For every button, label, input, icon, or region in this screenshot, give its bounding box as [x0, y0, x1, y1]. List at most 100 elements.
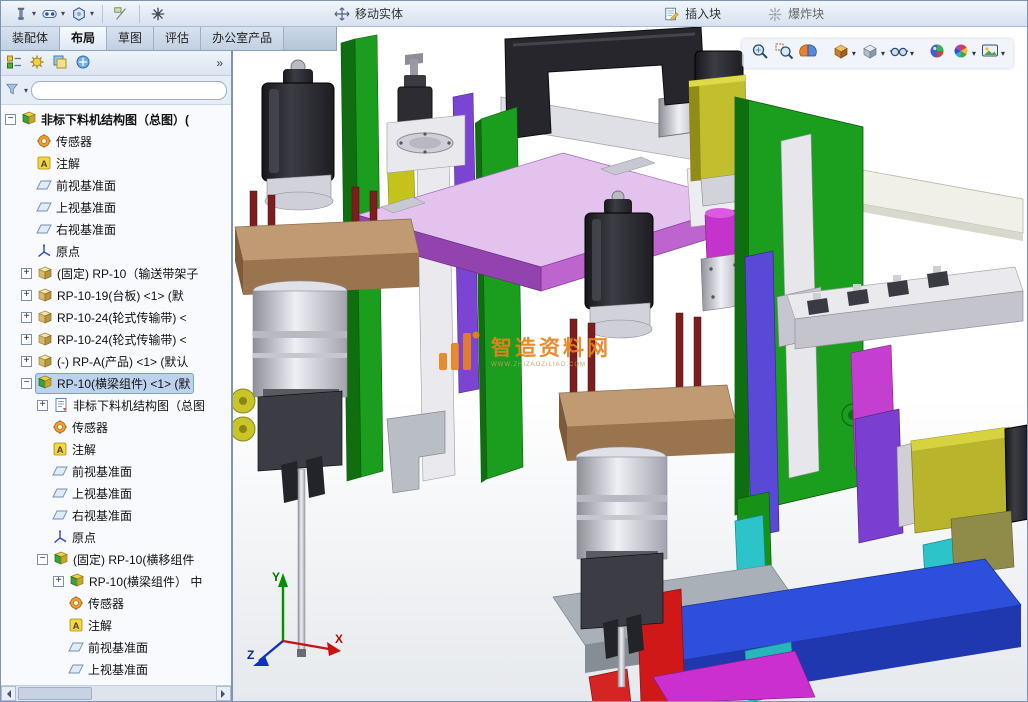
- commandmanager-tab-4[interactable]: 办公室产品: [201, 27, 284, 50]
- tree-item[interactable]: +RP-10(横梁组件） 中: [1, 570, 231, 592]
- cad-model-canvas[interactable]: [233, 27, 1028, 702]
- collapse-icon[interactable]: −: [5, 114, 16, 125]
- scroll-thumb[interactable]: [18, 687, 92, 700]
- tree-item[interactable]: +(-) RP-A(产品) <1> (默认: [1, 350, 231, 372]
- chevron-down-icon[interactable]: ▾: [90, 9, 94, 18]
- tree-item[interactable]: 传感器: [1, 130, 231, 152]
- tree-item[interactable]: −非标下料机结构图（总图）(: [1, 108, 231, 130]
- apply-scene-icon: [951, 42, 971, 65]
- apply-scene-button[interactable]: ▾: [949, 41, 978, 66]
- bolt-tool-button[interactable]: ▾: [9, 4, 38, 24]
- scroll-left-button[interactable]: [1, 686, 16, 701]
- view-settings-button[interactable]: ▾: [978, 41, 1007, 66]
- configuration-manager-icon[interactable]: [52, 54, 70, 72]
- expand-icon[interactable]: +: [21, 312, 32, 323]
- filter-funnel-icon[interactable]: [5, 82, 21, 98]
- move-entity-button[interactable]: 移动实体: [330, 4, 405, 24]
- tree-item[interactable]: 前视基准面: [1, 174, 231, 196]
- move-entity-label: 移动实体: [355, 5, 403, 22]
- chevron-down-icon[interactable]: ▾: [972, 49, 976, 58]
- chevron-down-icon[interactable]: ▾: [910, 49, 914, 58]
- expand-icon[interactable]: +: [21, 290, 32, 301]
- display-style-button[interactable]: ▾: [858, 41, 887, 66]
- plane-icon: [52, 463, 68, 479]
- expand-icon[interactable]: +: [53, 576, 64, 587]
- commandmanager-tab-2[interactable]: 草图: [107, 27, 154, 50]
- tree-item[interactable]: 传感器: [1, 592, 231, 614]
- triad-y-label: Y: [272, 570, 280, 584]
- zoom-fit-button[interactable]: [748, 41, 772, 66]
- expand-icon[interactable]: +: [21, 268, 32, 279]
- tree-item[interactable]: +非标下料机结构图（总图: [1, 394, 231, 416]
- belt-chain-button[interactable]: ▾: [38, 4, 67, 24]
- viewport-3d[interactable]: ▾▾▾▾▾ 智造资料网 WWW.ZHIZAOZILIAO.COM Y: [233, 27, 1027, 701]
- scroll-right-button[interactable]: [216, 686, 231, 701]
- expand-panel-chevron[interactable]: »: [216, 56, 226, 70]
- tree-item[interactable]: 上视基准面: [1, 196, 231, 218]
- hexagon-sketch-button[interactable]: ▾: [67, 4, 96, 24]
- collapse-icon[interactable]: −: [37, 554, 48, 565]
- featuremanager-tree-icon[interactable]: [6, 54, 24, 72]
- tree-item[interactable]: 前视基准面: [1, 636, 231, 658]
- tree-item[interactable]: +RP-10-19(台板) <1> (默: [1, 284, 231, 306]
- tree-item[interactable]: 右视基准面: [1, 504, 231, 526]
- tree-item-label: (固定) RP-10（输送带架子: [57, 265, 198, 282]
- chevron-down-icon[interactable]: ▾: [61, 9, 65, 18]
- expand-icon[interactable]: +: [37, 400, 48, 411]
- tree-item[interactable]: 传感器: [1, 416, 231, 438]
- tree-item-label: (固定) RP-10(横移组件: [73, 551, 194, 568]
- chevron-down-icon[interactable]: ▾: [24, 86, 28, 95]
- tree-hscrollbar[interactable]: [1, 685, 231, 701]
- annotations-icon: A: [68, 617, 84, 633]
- tree-item-label: 上视基准面: [88, 661, 148, 678]
- zoom-area-button[interactable]: [772, 41, 796, 66]
- expand-icon[interactable]: +: [21, 334, 32, 345]
- view-orientation-button[interactable]: ▾: [829, 41, 858, 66]
- chevron-down-icon[interactable]: ▾: [881, 49, 885, 58]
- tree-item[interactable]: −RP-10(横梁组件) <1> (默: [1, 372, 231, 394]
- tree-item[interactable]: − (固定) RP-10(横移组件: [1, 548, 231, 570]
- tree-item[interactable]: 上视基准面: [1, 658, 231, 680]
- tree-item[interactable]: 前视基准面: [1, 460, 231, 482]
- tree-item[interactable]: A注解: [1, 152, 231, 174]
- expand-icon[interactable]: +: [21, 356, 32, 367]
- commandmanager-tab-3[interactable]: 评估: [154, 27, 201, 50]
- insert-block-label: 插入块: [685, 5, 721, 22]
- insert-block-button[interactable]: 插入块: [660, 4, 723, 24]
- insert-block-icon: [662, 5, 682, 23]
- tree-item-label: 注解: [56, 155, 80, 172]
- explode-block-button[interactable]: 爆炸块: [763, 4, 826, 24]
- hide-show-items-button[interactable]: ▾: [887, 41, 916, 66]
- tree-item-label: 前视基准面: [72, 463, 132, 480]
- asterisk-pattern-button[interactable]: [146, 4, 170, 24]
- dimxpert-manager-icon[interactable]: [75, 54, 93, 72]
- tree-filter-input[interactable]: [31, 81, 227, 100]
- tree-item[interactable]: + (固定) RP-10（输送带架子: [1, 262, 231, 284]
- tree-item[interactable]: A注解: [1, 614, 231, 636]
- measure-tool-button[interactable]: [109, 4, 133, 24]
- edit-appearance-button[interactable]: [925, 41, 949, 66]
- tree-item-label: RP-10-24(轮式传输带) <: [57, 309, 187, 326]
- tree-item[interactable]: A注解: [1, 438, 231, 460]
- plane-icon: [36, 177, 52, 193]
- tree-item[interactable]: 原点: [1, 526, 231, 548]
- scroll-track[interactable]: [16, 686, 216, 701]
- bolt-tool-icon: [11, 5, 31, 23]
- zoom-fit-icon: [750, 42, 770, 65]
- chevron-down-icon[interactable]: ▾: [852, 49, 856, 58]
- solidworks-window: ▾ ▾ ▾ 移动实体 插入块 爆炸块 装配体布局草图评估办公室产品: [0, 0, 1028, 702]
- chevron-down-icon[interactable]: ▾: [1001, 49, 1005, 58]
- commandmanager-tab-1[interactable]: 布局: [60, 27, 107, 50]
- tree-item[interactable]: 原点: [1, 240, 231, 262]
- tree-item[interactable]: 上视基准面: [1, 482, 231, 504]
- tree-item[interactable]: 右视基准面: [1, 218, 231, 240]
- collapse-icon[interactable]: −: [21, 378, 32, 389]
- tree-item[interactable]: + RP-10-24(轮式传输带) <: [1, 306, 231, 328]
- chevron-down-icon[interactable]: ▾: [32, 9, 36, 18]
- sensors-icon: [68, 595, 84, 611]
- tree-item-label: 上视基准面: [72, 485, 132, 502]
- commandmanager-tab-0[interactable]: 装配体: [1, 27, 60, 50]
- tree-item[interactable]: +RP-10-24(轮式传输带) <: [1, 328, 231, 350]
- propertymanager-icon[interactable]: [29, 54, 47, 72]
- section-view-button[interactable]: [796, 41, 820, 66]
